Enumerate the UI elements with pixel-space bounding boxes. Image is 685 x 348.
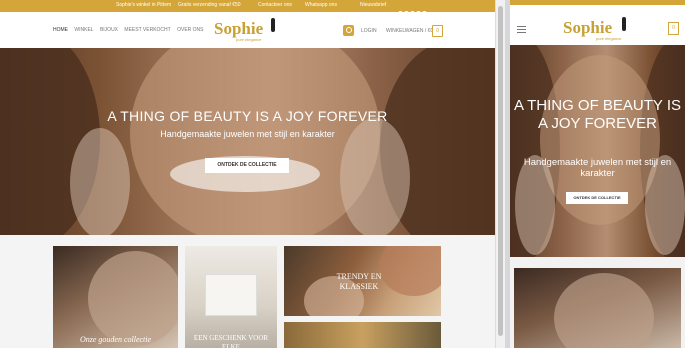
topbar-item-contact[interactable]: Contacteer ons [258,2,292,8]
nav-item-over-ons[interactable]: OVER ONS [177,27,203,33]
face-shape [130,48,380,235]
discover-collection-button[interactable]: ONTDEK DE COLLECTIE [205,158,289,173]
hero-subtitle: Handgemaakte juwelen met stijl en karakt… [160,129,335,139]
main-nav: HOME WINKEL BIJOUX MEEST VERKOCHT OVER O… [53,27,209,33]
site-header: HOME WINKEL BIJOUX MEEST VERKOCHT OVER O… [0,12,495,49]
tile-gift[interactable]: EEN GESCHENK VOOR ELKE [185,246,277,348]
site-logo[interactable]: Sophie [214,19,263,39]
mobile-logo-tagline: pure elegance [596,36,622,41]
nav-item-home[interactable]: HOME [53,27,68,33]
gift-box-shape [205,274,257,316]
mobile-tile-gold-collection[interactable] [514,268,681,348]
tile-jewelry[interactable] [284,322,441,348]
desktop-viewport: Sophie's winkel in Pittem Gratis verzend… [0,0,495,348]
hero-title: A THING OF BEAUTY IS A JOY FOREVER [107,108,388,124]
topbar-item-shipping[interactable]: Gratis verzending vanaf €50 [178,2,241,8]
cart-link[interactable]: WINKELWAGEN / €0 [386,28,433,34]
face-shape [88,251,178,346]
scrollbar[interactable] [495,0,505,348]
nav-item-meest-verkocht[interactable]: MEEST VERKOCHT [124,27,170,33]
logo-figure-icon [271,18,275,32]
login-link[interactable]: LOGIN [361,28,377,34]
tile-label-trendy: TRENDY EN KLASSIEK [336,272,382,291]
hamburger-menu-icon[interactable] [517,26,526,35]
nav-item-bijoux[interactable]: BIJOUX [100,27,118,33]
nav-item-winkel[interactable]: WINKEL [74,27,93,33]
mobile-site-logo[interactable]: Sophie [563,18,612,38]
cart-icon[interactable]: 0 [432,25,443,37]
mobile-discover-collection-button[interactable]: ONTDEK DE COLLECTIE [566,192,628,204]
search-icon[interactable] [343,25,354,36]
scrollbar-thumb[interactable] [498,6,503,336]
topbar-item-newsletter[interactable]: Nieuwsbrief [360,2,386,8]
mobile-hero-title: A THING OF BEAUTY IS A JOY FOREVER [514,97,681,132]
topbar-item-shop[interactable]: Sophie's winkel in Pittem [116,2,171,8]
tile-gold-collection[interactable]: Onze gouden collectie [53,246,178,348]
mobile-cart-icon[interactable]: 0 [668,22,679,35]
hero-banner: A THING OF BEAUTY IS A JOY FOREVER Handg… [0,48,495,235]
tile-label-gold: Onze gouden collectie [79,335,152,344]
top-bar: Sophie's winkel in Pittem Gratis verzend… [0,0,495,16]
face-shape [554,273,654,348]
hand-shape [70,128,130,235]
mobile-hero-banner: A THING OF BEAUTY IS A JOY FOREVER Handg… [510,45,685,257]
tile-label-gift: EEN GESCHENK VOOR ELKE [193,334,269,348]
tile-trendy[interactable]: TRENDY EN KLASSIEK [284,246,441,316]
logo-tagline: pure elegance [236,37,262,42]
topbar-item-whatsapp[interactable]: Whatsapp ons [305,2,337,8]
mobile-top-bar [510,0,685,5]
mobile-hero-subtitle: Handgemaakte juwelen met stijl en karakt… [523,157,672,179]
mobile-logo-figure-icon [622,17,626,31]
